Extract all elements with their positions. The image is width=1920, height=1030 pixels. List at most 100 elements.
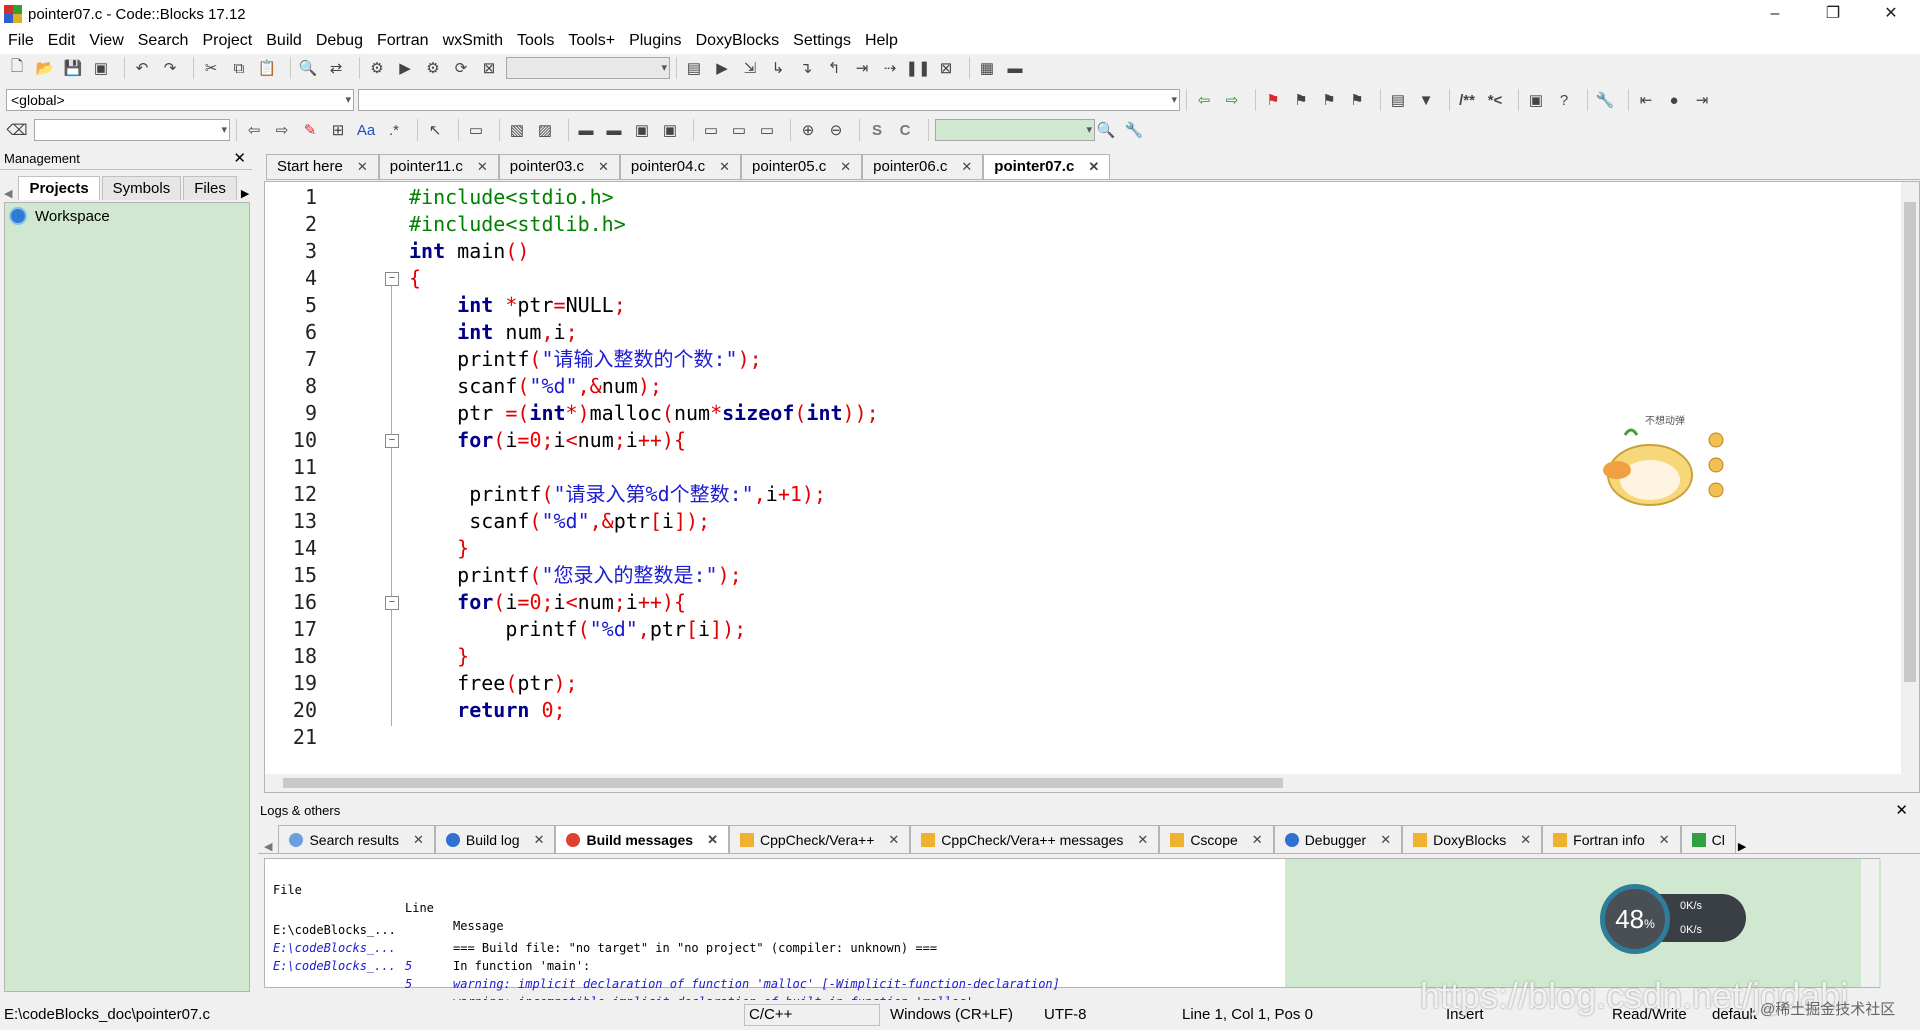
select-icon[interactable]: ⊞ (327, 119, 349, 141)
toggle-bookmark-icon[interactable]: ⚑ (1262, 89, 1284, 111)
replace-icon[interactable]: ⇄ (325, 57, 347, 79)
column-message[interactable]: Message (453, 917, 504, 935)
jump-back-icon[interactable]: ⇦ (1193, 89, 1215, 111)
forward-arrow-icon[interactable]: ⇨ (271, 119, 293, 141)
tab-pointer06[interactable]: pointer06.c ✕ (862, 154, 984, 179)
close-icon[interactable]: ✕ (1380, 826, 1391, 854)
undo-icon[interactable]: ↶ (131, 57, 153, 79)
tab-cscope[interactable]: Cscope ✕ (1159, 825, 1274, 854)
minimize-button[interactable]: – (1746, 0, 1804, 28)
run-icon[interactable]: ▶ (394, 57, 416, 79)
next-line-icon[interactable]: ↳ (767, 57, 789, 79)
scrollbar-thumb[interactable] (283, 778, 1283, 788)
button-widget-icon[interactable]: ▭ (700, 119, 722, 141)
tab-cppcheck[interactable]: CppCheck/Vera++ ✕ (728, 825, 911, 854)
step-into-icon[interactable]: ↴ (795, 57, 817, 79)
back-arrow-icon[interactable]: ⇦ (243, 119, 265, 141)
close-icon[interactable]: ✕ (357, 155, 368, 179)
step-instruction-icon[interactable]: ⇢ (879, 57, 901, 79)
close-icon[interactable]: ✕ (1895, 800, 1908, 822)
line-comment-icon[interactable]: *< (1484, 89, 1506, 111)
tab-pointer04[interactable]: pointer04.c ✕ (619, 154, 742, 179)
tab-debugger[interactable]: Debugger ✕ (1273, 825, 1403, 854)
menu-settings[interactable]: Settings (793, 32, 851, 50)
tab-scroll-right-icon[interactable]: ▶ (241, 187, 249, 200)
dot-icon[interactable]: ● (1663, 89, 1685, 111)
close-icon[interactable]: ✕ (719, 155, 730, 179)
next-bookmark-icon[interactable]: ⚑ (1318, 89, 1340, 111)
next-instruction-icon[interactable]: ⇥ (851, 57, 873, 79)
close-icon[interactable]: ✕ (413, 826, 424, 854)
menu-search[interactable]: Search (138, 32, 189, 50)
tab-closed-files[interactable]: Cl (1680, 825, 1736, 853)
fold-toggle-icon[interactable]: − (385, 272, 399, 286)
symbol-s-icon[interactable]: S (866, 119, 888, 141)
doxywizard-icon[interactable]: ▣ (1525, 89, 1547, 111)
workspace-node[interactable]: Workspace (5, 203, 249, 229)
menu-doxyblocks[interactable]: DoxyBlocks (696, 32, 780, 50)
box-icon[interactable]: ▬ (603, 119, 625, 141)
help-icon[interactable]: ? (1553, 89, 1575, 111)
list-widget-icon[interactable]: ▭ (756, 119, 778, 141)
show-build-icon[interactable]: ▤ (683, 57, 705, 79)
various-info-icon[interactable]: ▬ (1004, 57, 1026, 79)
table-row[interactable]: E:\codeBlocks_... 5 warning: incompatibl… (265, 939, 973, 1009)
menu-view[interactable]: View (89, 32, 123, 50)
extract-icon[interactable]: ▤ (1387, 89, 1409, 111)
close-icon[interactable]: ✕ (534, 826, 545, 854)
tab-projects[interactable]: Projects (18, 176, 100, 200)
symbol-c-icon[interactable]: C (894, 119, 916, 141)
thread-search-combo[interactable]: ▾ (935, 119, 1095, 141)
save-all-icon[interactable]: ▣ (90, 57, 112, 79)
close-icon[interactable]: ✕ (888, 826, 899, 854)
close-icon[interactable]: ✕ (840, 155, 851, 179)
frame-icon[interactable]: ▭ (465, 119, 487, 141)
debug-icon[interactable]: ▶ (711, 57, 733, 79)
tab-scroll-left-icon[interactable]: ◀ (4, 187, 12, 200)
panel-icon[interactable]: ▨ (534, 119, 556, 141)
menu-tools[interactable]: Tools (517, 32, 554, 50)
prev-bookmark-icon[interactable]: ⚑ (1290, 89, 1312, 111)
search-combo[interactable]: ▾ (34, 119, 230, 141)
close-button[interactable]: ✕ (1862, 0, 1920, 28)
cut-icon[interactable]: ✂ (200, 57, 222, 79)
tab-doxyblocks[interactable]: DoxyBlocks ✕ (1402, 825, 1543, 854)
new-file-icon[interactable]: 🗋 (6, 57, 28, 79)
zoom-in-icon[interactable]: ⊕ (797, 119, 819, 141)
preferences-icon[interactable]: 🔧 (1594, 89, 1616, 111)
build-target-combo[interactable]: ▾ (506, 57, 670, 79)
fold-toggle-icon[interactable]: − (385, 596, 399, 610)
table-row[interactable]: E:\codeBlocks_... In function 'main': (265, 903, 590, 973)
close-icon[interactable]: ✕ (707, 826, 718, 854)
close-icon[interactable]: ✕ (1252, 826, 1263, 854)
scope-combo[interactable]: <global> ▾ (6, 89, 354, 111)
close-icon[interactable]: ✕ (477, 155, 488, 179)
tab-search-results[interactable]: Search results ✕ (278, 825, 435, 854)
tab-symbols[interactable]: Symbols (101, 176, 182, 200)
rebuild-icon[interactable]: ⟳ (450, 57, 472, 79)
open-icon[interactable]: 📂 (34, 57, 56, 79)
build-icon[interactable]: ⚙ (366, 57, 388, 79)
step-out-icon[interactable]: ↰ (823, 57, 845, 79)
grid-icon[interactable]: ▣ (631, 119, 653, 141)
menu-project[interactable]: Project (202, 32, 252, 50)
tab-pointer07[interactable]: pointer07.c ✕ (983, 154, 1111, 179)
copy-icon[interactable]: ⧉ (228, 57, 250, 79)
highlight-icon[interactable]: ✎ (299, 119, 321, 141)
find-icon[interactable]: 🔍 (297, 57, 319, 79)
menu-tools-plus[interactable]: Tools+ (568, 32, 615, 50)
thread-search-icon[interactable]: 🔍 (1095, 119, 1117, 141)
close-icon[interactable]: ✕ (1520, 826, 1531, 854)
text-widget-icon[interactable]: ▭ (728, 119, 750, 141)
tab-files[interactable]: Files (183, 176, 237, 200)
options-icon[interactable]: 🔧 (1123, 119, 1145, 141)
editor-vertical-scrollbar[interactable] (1901, 182, 1919, 792)
tab-pointer03[interactable]: pointer03.c ✕ (498, 154, 620, 179)
prev-icon[interactable]: ⇤ (1635, 89, 1657, 111)
sizer-icon[interactable]: ▬ (575, 119, 597, 141)
jump-forward-icon[interactable]: ⇨ (1221, 89, 1243, 111)
close-icon[interactable]: ✕ (598, 155, 609, 179)
editor-horizontal-scrollbar[interactable] (265, 774, 1919, 792)
tab-scroll-left-icon[interactable]: ◀ (264, 840, 272, 853)
build-run-icon[interactable]: ⚙ (422, 57, 444, 79)
